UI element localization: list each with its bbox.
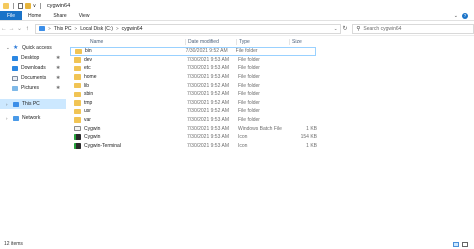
file-row-cygwin-bat[interactable]: Cygwin 7/30/2021 9:53 AM Windows Batch F… (70, 124, 474, 133)
folder-icon (74, 91, 81, 98)
documents-icon (12, 75, 18, 81)
sidebar-item-pictures[interactable]: Pictures ✱ (0, 83, 66, 93)
sidebar-item-desktop[interactable]: Desktop ✱ (0, 53, 66, 63)
folder-icon (74, 65, 81, 72)
this-pc-icon (39, 26, 46, 31)
forward-arrow-icon[interactable]: → (8, 24, 16, 34)
tab-file[interactable]: File (0, 11, 22, 20)
this-pc-icon (13, 101, 19, 107)
details-view-icon[interactable] (453, 241, 459, 247)
tab-home[interactable]: Home (22, 11, 47, 20)
folder-icon (74, 100, 81, 106)
column-header-type[interactable]: Type (236, 39, 289, 45)
file-row-sbin[interactable]: sbin 7/30/2021 9:52 AM File folder (70, 90, 474, 99)
breadcrumb-local-disk[interactable]: Local Disk (C:) (80, 26, 113, 32)
file-row-cygwin-ico[interactable]: Cygwin 7/30/2021 9:53 AM Icon 154 KB (70, 133, 474, 142)
breadcrumb-separator-icon[interactable]: > (75, 26, 78, 31)
search-box[interactable]: ⚲ Search cygwin64 (352, 23, 474, 34)
chevron-right-icon[interactable]: › (6, 102, 10, 107)
new-folder-icon[interactable] (24, 2, 31, 9)
sidebar-item-this-pc[interactable]: › This PC (0, 99, 66, 109)
file-row-cygwin-terminal[interactable]: Cygwin-Terminal 7/30/2021 9:53 AM Icon 1… (70, 142, 474, 151)
item-count: 12 items (4, 241, 23, 247)
expand-ribbon-chevron-icon[interactable]: ⌄ (454, 13, 458, 19)
file-row-dev[interactable]: dev 7/30/2021 9:53 AM File folder (70, 56, 474, 65)
column-header-row: Name Date modified Type Size (70, 37, 474, 47)
folder-icon[interactable] (3, 2, 9, 9)
chevron-right-icon[interactable]: › (6, 116, 10, 121)
sidebar-item-quick-access[interactable]: ⌄ ★ Quick access (0, 43, 66, 53)
sidebar-item-documents[interactable]: Documents ✱ (0, 73, 66, 83)
recent-locations-chevron-icon[interactable]: ⌄ (16, 24, 24, 34)
folder-icon (74, 74, 81, 80)
back-arrow-icon[interactable]: ← (0, 24, 8, 34)
breadcrumb-cygwin64[interactable]: cygwin64 (122, 26, 143, 32)
pin-icon: ✱ (56, 85, 60, 90)
title-bar: ∨ cygwin64 (0, 0, 474, 11)
address-bar[interactable]: > This PC > Local Disk (C:) > cygwin64 ⌄ (35, 23, 341, 34)
desktop-icon (12, 55, 18, 61)
pin-icon: ✱ (56, 55, 60, 60)
navigation-bar: ← → ⌄ ↑ > This PC > Local Disk (C:) > cy… (0, 22, 474, 36)
up-arrow-icon[interactable]: ↑ (23, 24, 31, 34)
view-switcher (453, 241, 468, 247)
ribbon-controls: ⌄ ? (454, 11, 474, 20)
batch-file-icon (74, 125, 81, 132)
breadcrumb-this-pc[interactable]: This PC (54, 26, 72, 32)
cygwin-icon (74, 134, 81, 140)
navigation-pane: ⌄ ★ Quick access Desktop ✱ Downloads ✱ D… (0, 37, 66, 235)
chevron-down-icon[interactable]: ⌄ (6, 45, 10, 51)
folder-icon (74, 108, 81, 115)
properties-icon[interactable] (17, 2, 23, 9)
file-row-home[interactable]: home 7/30/2021 9:53 AM File folder (70, 73, 474, 82)
file-row-usr[interactable]: usr 7/30/2021 9:52 AM File folder (70, 107, 474, 116)
column-header-name[interactable]: Name (70, 39, 185, 45)
status-bar: 12 items (0, 239, 474, 249)
help-icon[interactable]: ? (462, 12, 468, 19)
folder-icon (75, 48, 82, 55)
window-title: cygwin64 (46, 2, 71, 9)
sidebar-item-network[interactable]: › Network (0, 113, 66, 123)
file-row-bin[interactable]: bin 7/30/2021 9:52 AM File folder (70, 47, 316, 56)
toolbar-separator (13, 2, 14, 9)
file-row-tmp[interactable]: tmp 7/30/2021 9:52 AM File folder (70, 99, 474, 108)
folder-icon (74, 57, 81, 63)
toolbar-separator (40, 2, 41, 9)
downloads-icon (12, 65, 18, 71)
file-row-var[interactable]: var 7/30/2021 9:53 AM File folder (70, 116, 474, 125)
file-row-etc[interactable]: etc 7/30/2021 9:53 AM File folder (70, 64, 474, 73)
refresh-icon[interactable]: ↻ (341, 24, 350, 34)
quick-access-toolbar: ∨ (0, 2, 43, 9)
network-icon (13, 115, 19, 121)
search-icon: ⚲ (356, 25, 361, 32)
address-dropdown-chevron-icon[interactable]: ⌄ (334, 26, 340, 32)
breadcrumb-separator-icon[interactable]: > (48, 26, 51, 31)
column-header-size[interactable]: Size (289, 39, 319, 45)
tab-view[interactable]: View (73, 11, 96, 20)
cygwin-terminal-icon (74, 143, 81, 149)
sidebar-item-downloads[interactable]: Downloads ✱ (0, 63, 66, 73)
breadcrumb-separator-icon[interactable]: > (116, 26, 119, 31)
tab-share[interactable]: Share (47, 11, 72, 20)
folder-icon (74, 117, 81, 123)
search-input[interactable]: Search cygwin64 (363, 26, 401, 32)
star-icon: ★ (13, 45, 19, 51)
folder-icon (74, 82, 81, 89)
pin-icon: ✱ (56, 75, 60, 80)
large-icons-view-icon[interactable] (462, 241, 468, 247)
column-header-date-modified[interactable]: Date modified (185, 39, 236, 45)
pin-icon: ✱ (56, 65, 60, 70)
file-list: Name Date modified Type Size bin 7/30/20… (70, 37, 474, 235)
pictures-icon (12, 85, 18, 91)
customize-toolbar-chevron-icon[interactable]: ∨ (33, 3, 37, 9)
ribbon: File Home Share View ⌄ ? (0, 11, 474, 21)
file-row-lib[interactable]: lib 7/30/2021 9:52 AM File folder (70, 81, 474, 90)
